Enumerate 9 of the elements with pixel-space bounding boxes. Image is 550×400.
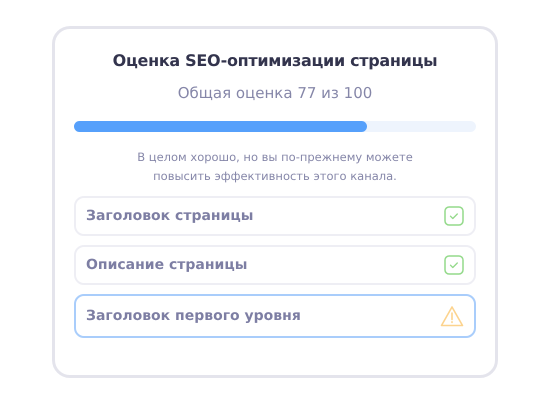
summary-message: В целом хорошо, но вы по-прежнему можете повысить эффективность этого канала. (136, 149, 414, 185)
check-item[interactable]: Описание страницы (74, 245, 476, 285)
check-item[interactable]: Заголовок первого уровня (74, 294, 476, 338)
warning-icon (440, 305, 464, 327)
card-title: Оценка SEO-оптимизации страницы (112, 51, 438, 70)
check-icon (444, 255, 464, 275)
check-icon (444, 206, 464, 226)
overall-score: Общая оценка 77 из 100 (176, 84, 374, 102)
check-item[interactable]: Заголовок страницы (74, 196, 476, 236)
